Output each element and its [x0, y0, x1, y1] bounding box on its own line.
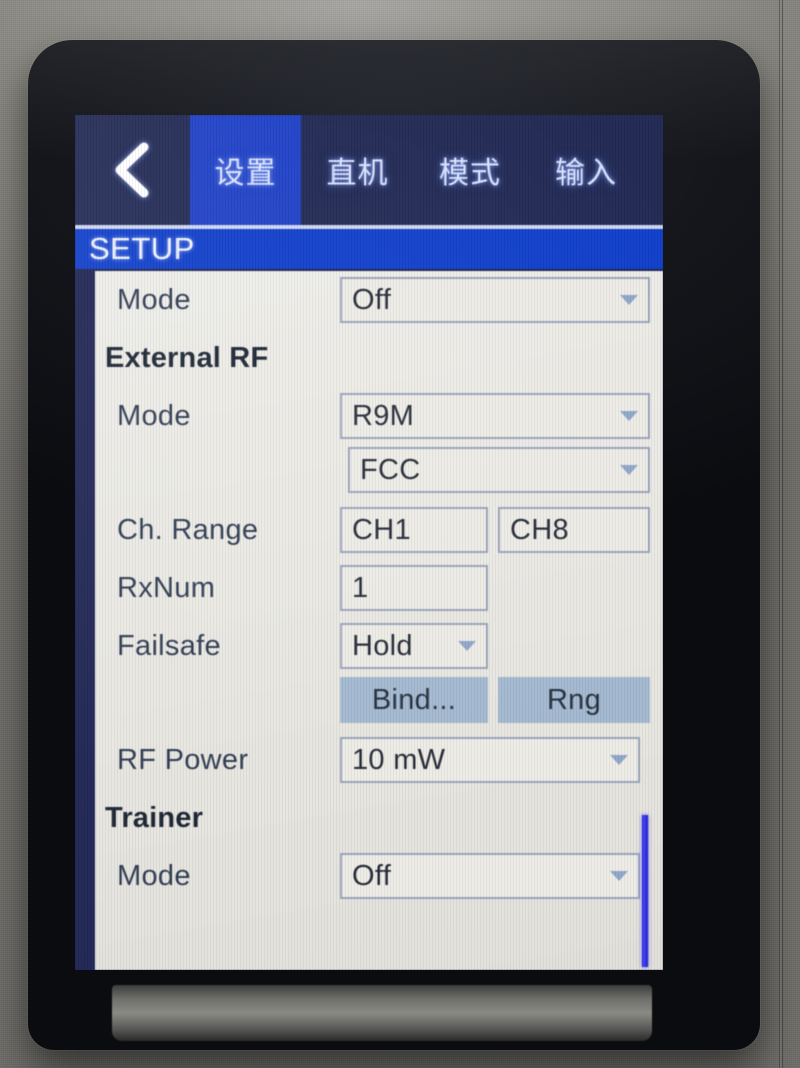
section-header-external-rf: External RF	[105, 341, 269, 374]
row-trainer-header: Trainer	[95, 789, 663, 847]
row-channel-range: Ch. Range CH1 CH8	[95, 501, 663, 559]
chevron-down-icon	[620, 295, 638, 305]
background-seam	[779, 0, 783, 1068]
label-failsafe: Failsafe	[117, 629, 221, 662]
field-channel-range-start[interactable]: CH1	[340, 507, 488, 553]
tab-mode[interactable]: 模式	[414, 115, 526, 225]
label-internal-rf-mode: Mode	[117, 283, 191, 316]
lcd-screen: 设置 直机 模式 输入 SETUP Mode Off External RF M…	[75, 115, 663, 970]
tab-input[interactable]: 输入	[526, 115, 646, 225]
field-rf-power[interactable]: 10 mW	[340, 737, 640, 783]
label-external-rf-mode: Mode	[117, 399, 191, 432]
page-title: SETUP	[89, 231, 195, 266]
row-trainer-mode: Mode Off	[95, 847, 663, 905]
settings-panel: Mode Off External RF Mode R9M FCC Ch. Ra…	[95, 271, 663, 970]
field-internal-rf-mode[interactable]: Off	[340, 277, 650, 323]
value-channel-range-end: CH8	[510, 513, 569, 546]
label-rf-power: RF Power	[117, 743, 249, 776]
chevron-down-icon	[620, 411, 638, 421]
device-photo: 设置 直机 模式 输入 SETUP Mode Off External RF M…	[0, 0, 800, 1068]
tab-input-label: 输入	[555, 157, 617, 190]
row-external-rf-header: External RF	[95, 329, 663, 387]
field-external-rf-region[interactable]: FCC	[348, 447, 650, 493]
page-title-bar: SETUP	[75, 229, 663, 269]
value-external-rf-region: FCC	[360, 453, 421, 486]
value-failsafe: Hold	[352, 629, 413, 662]
row-internal-rf-mode: Mode Off	[95, 271, 663, 329]
chevron-left-icon	[110, 139, 156, 201]
row-bind-range-buttons: Bind... Rng	[95, 675, 663, 733]
row-failsafe: Failsafe Hold	[95, 617, 663, 675]
scrollbar-thumb[interactable]	[642, 815, 648, 967]
tab-settings[interactable]: 设置	[190, 115, 301, 225]
row-external-rf-mode: Mode R9M	[95, 387, 663, 445]
value-trainer-mode: Off	[352, 859, 392, 892]
bind-button[interactable]: Bind...	[340, 677, 488, 723]
value-external-rf-mode: R9M	[352, 399, 415, 432]
range-button[interactable]: Rng	[498, 677, 650, 723]
value-rf-power: 10 mW	[352, 743, 446, 776]
label-trainer-mode: Mode	[117, 859, 191, 892]
chevron-down-icon	[458, 641, 476, 651]
field-trainer-mode[interactable]: Off	[340, 853, 640, 899]
tab-mode-label: 模式	[439, 157, 501, 190]
value-channel-range-start: CH1	[352, 513, 411, 546]
value-rx-num: 1	[352, 571, 369, 604]
chevron-down-icon	[610, 871, 628, 881]
back-button[interactable]	[75, 115, 190, 225]
field-failsafe[interactable]: Hold	[340, 623, 488, 669]
label-rx-num: RxNum	[117, 571, 216, 604]
row-rf-power: RF Power 10 mW	[95, 731, 663, 789]
label-channel-range: Ch. Range	[117, 513, 259, 546]
row-external-rf-region: FCC	[95, 445, 663, 503]
chevron-down-icon	[620, 465, 638, 475]
chevron-down-icon	[610, 755, 628, 765]
range-button-label: Rng	[546, 683, 602, 716]
field-rx-num[interactable]: 1	[340, 565, 488, 611]
field-channel-range-end[interactable]: CH8	[498, 507, 650, 553]
tab-heli[interactable]: 直机	[301, 115, 414, 225]
value-internal-rf-mode: Off	[352, 283, 392, 316]
navigation-tab-bar: 设置 直机 模式 输入	[75, 115, 663, 225]
tab-heli-label: 直机	[326, 157, 389, 190]
device-bottom-strip	[112, 985, 652, 1041]
tab-settings-label: 设置	[214, 157, 277, 190]
row-rx-num: RxNum 1	[95, 559, 663, 617]
bind-button-label: Bind...	[371, 683, 457, 716]
field-external-rf-mode[interactable]: R9M	[340, 393, 650, 439]
section-header-trainer: Trainer	[105, 801, 204, 834]
